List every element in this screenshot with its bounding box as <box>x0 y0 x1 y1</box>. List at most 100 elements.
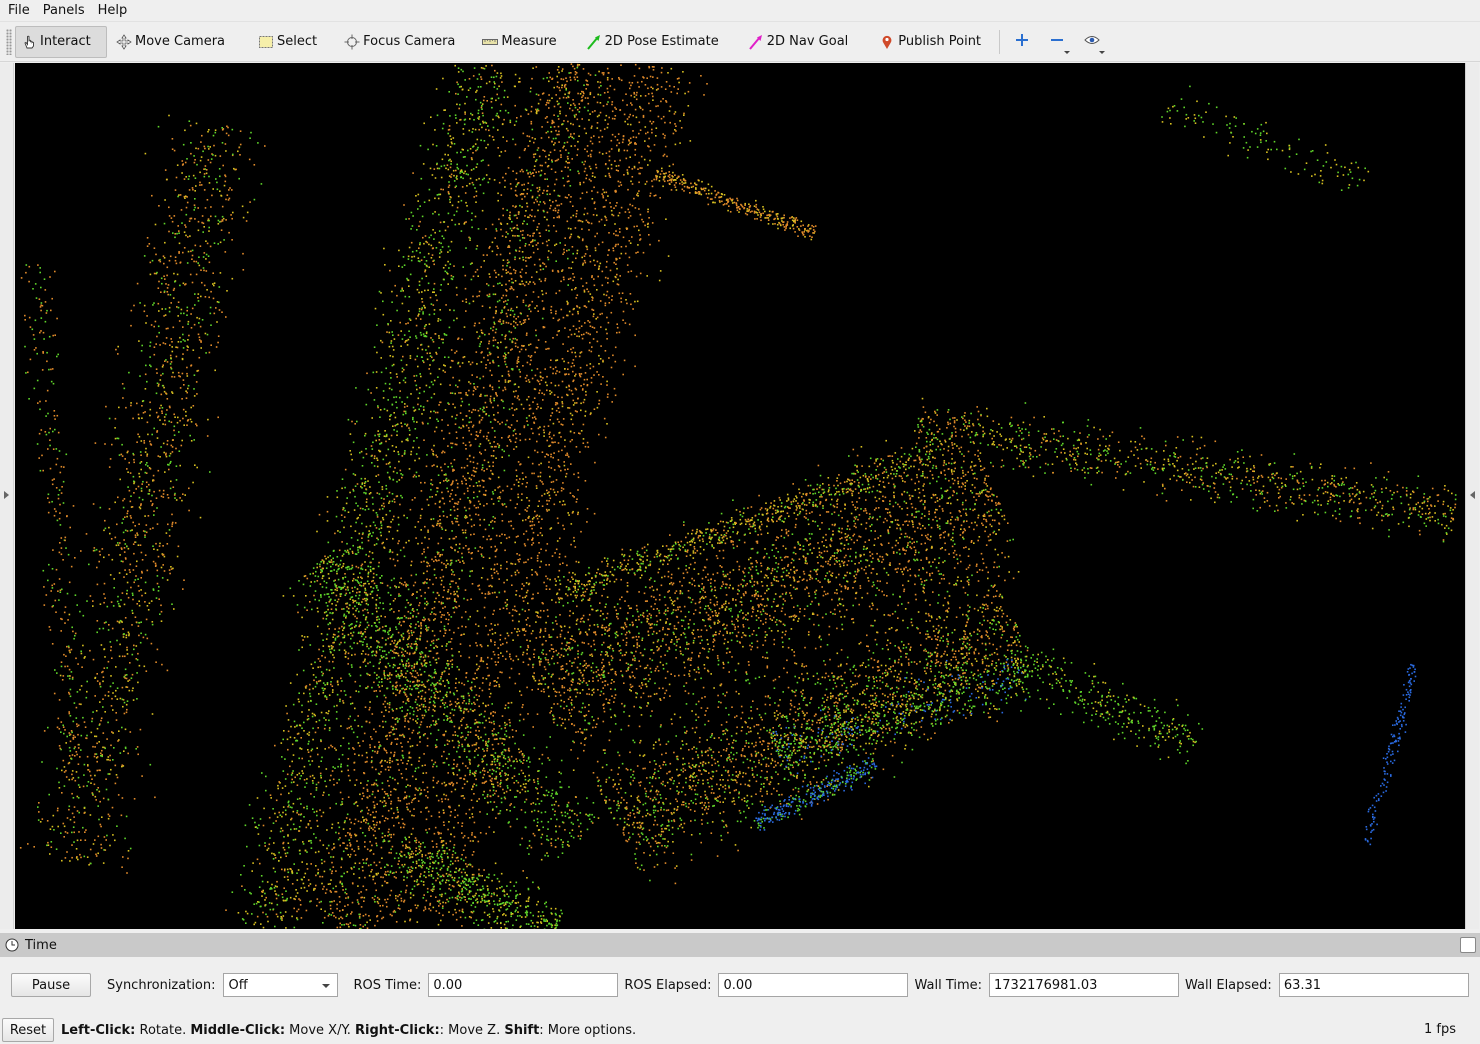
point-cloud-strip-1 <box>543 393 546 396</box>
point-cloud-strip-2 <box>351 420 353 423</box>
point-cloud-strip-0 <box>538 188 541 191</box>
point-cloud-strip-0 <box>375 842 378 845</box>
point-cloud-strip-1 <box>438 811 440 814</box>
point-cloud-strip-1 <box>528 438 531 440</box>
point-cloud-strip-0 <box>381 884 384 887</box>
point-cloud-strip-2 <box>334 588 337 591</box>
point-cloud-strip-1 <box>546 375 548 378</box>
point-cloud-strip-0 <box>433 634 436 637</box>
point-cloud-strip-1 <box>613 118 616 120</box>
interact-tool-button[interactable]: Interact <box>15 25 107 58</box>
point-cloud-strip-0 <box>363 862 365 864</box>
point-cloud-strip-1 <box>535 485 538 487</box>
point-cloud-strip-1 <box>577 513 579 516</box>
point-cloud-strip-0 <box>516 324 519 326</box>
point-cloud-strip-2 <box>351 654 353 656</box>
point-cloud-strip-0 <box>596 101 599 104</box>
point-cloud-strip-0 <box>347 832 349 834</box>
point-cloud-strip-1 <box>577 219 580 222</box>
point-cloud-strip-0 <box>457 587 460 590</box>
toolbar-grip[interactable] <box>6 28 12 55</box>
point-cloud-strip-0 <box>530 310 532 313</box>
menu-panels[interactable]: Panels <box>38 0 90 22</box>
point-cloud-strip-1 <box>497 654 500 656</box>
point-cloud-strip-0 <box>392 692 395 695</box>
point-cloud-strip-0 <box>339 837 341 839</box>
point-cloud-strip-0 <box>524 148 526 150</box>
point-cloud-strip-1 <box>493 568 496 570</box>
point-cloud-strip-1 <box>531 538 534 541</box>
point-cloud-strip-2 <box>390 521 392 523</box>
point-cloud-strip-2 <box>453 143 456 145</box>
point-cloud-strip-0 <box>480 645 483 648</box>
point-cloud-strip-0 <box>581 118 583 120</box>
select-tool-button[interactable]: Select <box>253 26 325 58</box>
point-cloud-strip-0 <box>370 870 372 873</box>
menu-file[interactable]: File <box>3 0 35 22</box>
focus-camera-tool-button[interactable]: Focus Camera <box>339 26 463 58</box>
point-cloud-strip-0 <box>382 703 385 705</box>
point-cloud-strip-2 <box>376 459 379 461</box>
point-cloud-strip-1 <box>471 854 474 856</box>
3d-render-viewport[interactable] <box>15 63 1465 929</box>
point-cloud-strip-0 <box>383 820 386 822</box>
point-cloud-strip-0 <box>329 904 332 907</box>
move-camera-tool-button[interactable]: Move Camera <box>111 26 233 58</box>
right-dock-collapse-handle[interactable] <box>1465 63 1479 929</box>
point-cloud-strip-2 <box>424 269 427 271</box>
point-cloud-strip-1 <box>538 552 541 554</box>
point-cloud-strip-0 <box>363 900 365 902</box>
point-cloud-strip-0 <box>517 358 519 360</box>
point-cloud-strip-0 <box>589 153 592 156</box>
point-cloud-strip-1 <box>583 333 585 336</box>
point-cloud-strip-2 <box>400 290 402 292</box>
point-cloud-strip-0 <box>536 228 538 231</box>
point-cloud-strip-0 <box>546 101 548 104</box>
measure-tool-button[interactable]: Measure <box>477 26 564 58</box>
point-cloud-strip-0 <box>572 252 574 255</box>
point-cloud-strip-1 <box>441 800 443 803</box>
point-cloud-strip-0 <box>395 921 398 923</box>
point-cloud-strip-0 <box>373 806 376 809</box>
point-cloud-strip-2 <box>403 334 406 336</box>
point-cloud-strip-1 <box>562 276 565 279</box>
point-cloud-strip-2 <box>361 725 363 728</box>
point-cloud-strip-0 <box>475 467 478 470</box>
point-cloud-strip-0 <box>527 216 529 218</box>
point-cloud-strip-1 <box>608 174 611 177</box>
menu-help[interactable]: Help <box>93 0 133 22</box>
point-cloud-strip-0 <box>390 674 393 676</box>
publish-point-tool-button[interactable]: Publish Point <box>874 26 989 58</box>
point-cloud-strip-0 <box>469 239 471 241</box>
point-cloud-strip-0 <box>518 250 521 252</box>
remove-tool-button[interactable] <box>1043 26 1071 58</box>
point-cloud-strip-0 <box>340 916 342 918</box>
point-cloud-strip-1 <box>665 81 668 83</box>
point-cloud-strip-1 <box>469 817 471 819</box>
point-cloud-strip-0 <box>589 167 592 170</box>
left-dock-collapse-handle[interactable] <box>0 63 14 929</box>
point-cloud-strip-1 <box>585 394 587 396</box>
point-cloud-strip-1 <box>404 920 406 923</box>
point-cloud-strip-0 <box>419 708 421 710</box>
point-cloud-strip-1 <box>475 729 477 732</box>
point-cloud-strip-0 <box>559 112 561 115</box>
point-cloud-strip-0 <box>318 901 321 904</box>
point-cloud-strip-0 <box>487 359 489 361</box>
2d-nav-goal-tool-button[interactable]: 2D Nav Goal <box>743 26 857 58</box>
point-cloud-strip-2 <box>472 300 475 303</box>
view-tool-button[interactable] <box>1078 26 1106 58</box>
point-cloud-strip-1 <box>555 479 558 481</box>
point-cloud-strip-1 <box>598 136 600 139</box>
point-cloud-strip-0 <box>509 211 511 214</box>
point-cloud-strip-0 <box>420 529 422 531</box>
point-cloud-strip-0 <box>378 861 381 864</box>
2d-pose-estimate-tool-button[interactable]: 2D Pose Estimate <box>581 26 727 58</box>
point-cloud-strip-2 <box>422 236 424 239</box>
point-cloud-strip-1 <box>535 487 538 489</box>
point-cloud-strip-2 <box>411 499 414 501</box>
point-cloud-strip-1 <box>458 651 460 653</box>
point-cloud-strip-0 <box>420 873 422 875</box>
add-tool-button[interactable] <box>1008 26 1036 58</box>
point-cloud-strip-1 <box>499 634 502 636</box>
